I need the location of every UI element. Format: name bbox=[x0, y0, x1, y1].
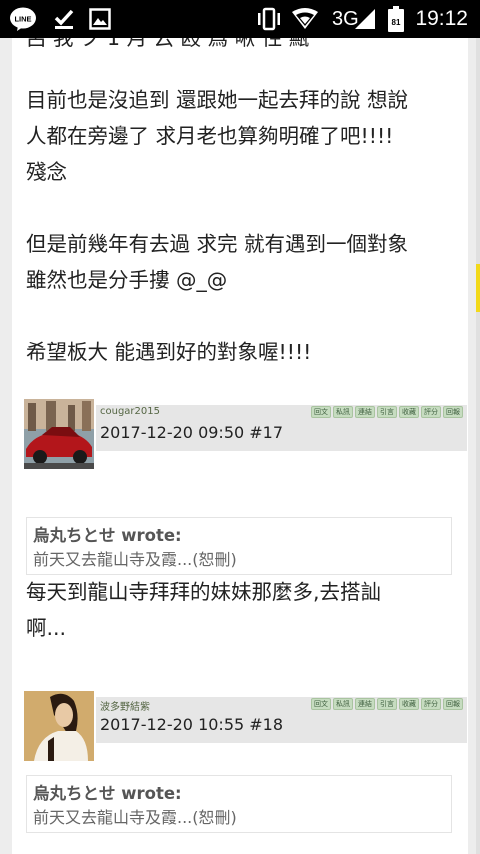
favorite-button[interactable]: 收藏 bbox=[399, 406, 419, 418]
private-message-button[interactable]: 私訊 bbox=[333, 406, 353, 418]
quote-author: 烏丸ちとせ wrote: bbox=[33, 526, 182, 545]
quote-text[interactable]: 前天又去龍山寺及霞...(恕刪) bbox=[33, 546, 237, 570]
vibrate-icon bbox=[254, 0, 284, 38]
scroll-indicator[interactable] bbox=[476, 264, 480, 312]
clock: 19:12 bbox=[415, 7, 468, 30]
avatar[interactable] bbox=[24, 399, 94, 469]
forum-thread: 呂 我 ク 1 月 云 殴 爲 啾 性 甒 目前也是沒追到 還跟她一起去拜的說 … bbox=[12, 38, 468, 854]
download-done-icon bbox=[50, 0, 78, 38]
post-meta: 2017-12-20 09:50 #17 bbox=[100, 423, 284, 442]
reply-button[interactable]: 回文 bbox=[311, 698, 331, 710]
rate-button[interactable]: 評分 bbox=[421, 698, 441, 710]
report-button[interactable]: 回報 bbox=[443, 698, 463, 710]
quote-block: 烏丸ちとせ wrote: 前天又去龍山寺及霞...(恕刪) bbox=[26, 775, 452, 833]
post-header: 波多野結紫 回文 私訊 連結 引言 收藏 評分 回報 2017-12-20 10… bbox=[24, 691, 468, 761]
private-message-button[interactable]: 私訊 bbox=[333, 698, 353, 710]
gallery-icon bbox=[86, 0, 114, 38]
battery-icon: 81 bbox=[386, 0, 406, 38]
reply-button[interactable]: 回文 bbox=[311, 406, 331, 418]
status-bar: LINE 3G 81 19:12 bbox=[0, 0, 480, 38]
svg-text:LINE: LINE bbox=[14, 15, 31, 24]
wifi-icon bbox=[290, 0, 320, 38]
avatar[interactable] bbox=[24, 691, 94, 761]
link-button[interactable]: 連結 bbox=[355, 698, 375, 710]
battery-level-text: 81 bbox=[392, 18, 401, 27]
post-actions: 回文 私訊 連結 引言 收藏 評分 回報 bbox=[311, 698, 463, 710]
link-button[interactable]: 連結 bbox=[355, 406, 375, 418]
signal-icon bbox=[352, 0, 378, 38]
user-info-bar: 波多野結紫 回文 私訊 連結 引言 收藏 評分 回報 2017-12-20 10… bbox=[96, 697, 467, 743]
quote-button[interactable]: 引言 bbox=[377, 406, 397, 418]
favorite-button[interactable]: 收藏 bbox=[399, 698, 419, 710]
username[interactable]: 波多野結紫 bbox=[100, 698, 150, 713]
report-button[interactable]: 回報 bbox=[443, 406, 463, 418]
line-app-icon: LINE bbox=[6, 0, 40, 38]
quote-author: 烏丸ちとせ wrote: bbox=[33, 784, 182, 803]
user-info-bar: cougar2015 回文 私訊 連結 引言 收藏 評分 回報 2017-12-… bbox=[96, 405, 467, 451]
post-actions: 回文 私訊 連結 引言 收藏 評分 回報 bbox=[311, 406, 463, 418]
username[interactable]: cougar2015 bbox=[100, 406, 160, 417]
post-body: 每天到龍山寺拜拜的妹妹那麼多,去搭訕 啊... bbox=[26, 580, 382, 640]
quote-text[interactable]: 前天又去龍山寺及霞...(恕刪) bbox=[33, 804, 237, 828]
post-body: 目前也是沒追到 還跟她一起去拜的說 想說 人都在旁邊了 求月老也算夠明確了吧!!… bbox=[26, 88, 409, 364]
post-meta: 2017-12-20 10:55 #18 bbox=[100, 715, 284, 734]
quote-button[interactable]: 引言 bbox=[377, 698, 397, 710]
rate-button[interactable]: 評分 bbox=[421, 406, 441, 418]
page-edge bbox=[476, 38, 480, 854]
quote-block: 烏丸ちとせ wrote: 前天又去龍山寺及霞...(恕刪) bbox=[26, 517, 452, 575]
post-header: cougar2015 回文 私訊 連結 引言 收藏 評分 回報 2017-12-… bbox=[24, 399, 468, 469]
partial-text-line: 呂 我 ク 1 月 云 殴 爲 啾 性 甒 bbox=[26, 38, 310, 50]
